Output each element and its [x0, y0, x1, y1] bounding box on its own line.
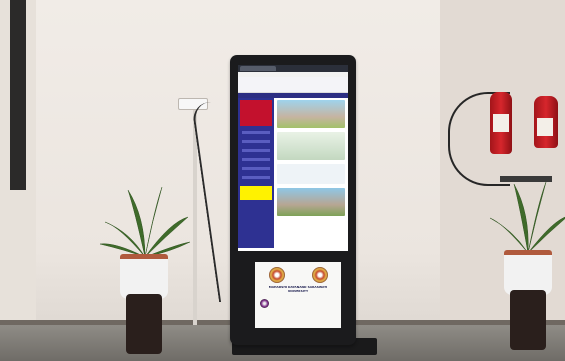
sidebar-notice-box: [240, 100, 272, 126]
plant-leaves: [489, 181, 565, 254]
potted-plant-left: [100, 182, 190, 357]
window-frame: [10, 0, 26, 190]
website-sidebar: [238, 98, 274, 248]
kiosk-placard: MAHARSHI DAYANAND SARASWATI UNIVERSITY: [255, 262, 341, 328]
sidebar-link[interactable]: [242, 149, 270, 152]
white-pot: [120, 254, 168, 299]
kiosk-screen[interactable]: [238, 65, 348, 251]
touchscreen-kiosk: MAHARSHI DAYANAND SARASWATI UNIVERSITY: [230, 55, 356, 345]
website-main-content: [274, 98, 348, 248]
website-header: [238, 77, 348, 93]
sidebar-link[interactable]: [242, 131, 270, 134]
event-image-card: [277, 132, 345, 160]
browser-tab[interactable]: [240, 66, 276, 71]
college-logo-icon: [260, 299, 269, 308]
pot-stand: [126, 294, 162, 354]
extinguisher-label: [537, 118, 553, 136]
pot-stand: [510, 290, 546, 350]
sidebar-link[interactable]: [242, 140, 270, 143]
banner-card: [277, 164, 345, 184]
university-emblem-icon: [268, 267, 285, 283]
sidebar-link[interactable]: [242, 167, 270, 170]
placard-logos: [255, 262, 341, 283]
placard-title: MAHARSHI DAYANAND SARASWATI UNIVERSITY: [268, 285, 328, 293]
fire-extinguisher: [490, 92, 512, 154]
sidebar-highlight-box: [240, 186, 272, 200]
potted-plant-right: [488, 178, 565, 358]
extinguisher-bracket: [500, 176, 552, 182]
campus-image-card: [277, 188, 345, 216]
browser-tab-bar: [238, 65, 348, 72]
sidebar-link[interactable]: [242, 158, 270, 161]
fire-extinguisher: [534, 96, 558, 148]
sidebar-link[interactable]: [242, 176, 270, 179]
photo-scene: MAHARSHI DAYANAND SARASWATI UNIVERSITY: [0, 0, 565, 361]
placard-footer: [255, 293, 341, 308]
college-emblem-icon: [311, 267, 328, 283]
white-pot: [504, 250, 552, 295]
website-body: [238, 98, 348, 248]
plant-leaves: [100, 186, 190, 258]
extinguisher-label: [493, 114, 509, 132]
campus-image-card: [277, 100, 345, 128]
